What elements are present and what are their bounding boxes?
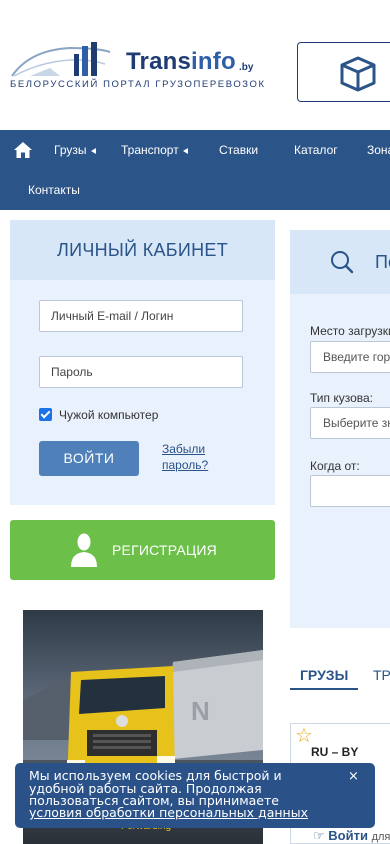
page: Transinfo .by БЕЛОРУССКИЙ ПОРТАЛ ГРУЗОПЕ…: [0, 0, 390, 844]
date-from-input[interactable]: [310, 475, 390, 507]
tab-transport[interactable]: ТРАНСПОРТ: [373, 667, 390, 683]
load-place-label: Место загрузки: [310, 324, 390, 338]
search-title: По: [375, 252, 390, 272]
card-login-label: Войти: [328, 828, 368, 843]
cargo-box-button[interactable]: [297, 42, 390, 102]
body-type-label: Тип кузова:: [310, 391, 374, 405]
nav-item-transport[interactable]: Транспорт: [121, 143, 188, 157]
cookie-banner: Мы используем cookies для быстрой и удоб…: [15, 763, 375, 828]
card-login-link[interactable]: ☞ Войти для: [313, 828, 390, 844]
login-panel: ЛИЧНЫЙ КАБИНЕТ Личный E-mail / Логин Пар…: [10, 220, 275, 505]
site-logo[interactable]: Transinfo .by БЕЛОРУССКИЙ ПОРТАЛ ГРУЗОПЕ…: [10, 40, 272, 92]
search-icon: [331, 251, 354, 274]
cookie-text: Мы используем cookies для быстрой и удоб…: [29, 768, 282, 809]
load-place-input[interactable]: Введите город: [310, 341, 390, 373]
user-icon: [71, 533, 97, 567]
main-nav: Грузы Транспорт Ставки Каталог Зона Конт…: [0, 130, 390, 210]
active-tab-indicator: [290, 688, 358, 690]
nav-item-transport-label: Транспорт: [121, 143, 179, 157]
hand-pointer-icon: ☞: [313, 828, 325, 843]
login-header: ЛИЧНЫЙ КАБИНЕТ: [10, 220, 275, 280]
caret-left-icon: [182, 147, 188, 154]
star-icon[interactable]: ☆: [295, 726, 313, 746]
search-header: По: [290, 230, 390, 294]
remember-checkbox[interactable]: [39, 408, 52, 421]
forgot-password-link[interactable]: Забыли пароль?: [162, 441, 232, 473]
search-panel: По Место загрузки Введите город Тип кузо…: [290, 230, 390, 628]
home-icon[interactable]: [13, 141, 33, 159]
card-route: RU – BY: [311, 745, 359, 759]
logo-graphic: [11, 42, 111, 77]
register-button[interactable]: РЕГИСТРАЦИЯ: [10, 520, 275, 580]
close-icon[interactable]: ×: [348, 770, 359, 784]
logo-wordmark: Transinfo: [126, 48, 236, 75]
nav-item-zone[interactable]: Зона: [367, 143, 390, 157]
nav-item-cargo-label: Грузы: [54, 143, 87, 157]
nav-item-rates[interactable]: Ставки: [219, 143, 258, 157]
cube-icon: [340, 56, 376, 92]
nav-item-contacts[interactable]: Контакты: [28, 183, 80, 197]
login-title: ЛИЧНЫЙ КАБИНЕТ: [56, 240, 229, 260]
body-type-select[interactable]: Выберите значение: [310, 407, 390, 439]
listing-tabs: ГРУЗЫ ТРАНСПОРТ: [290, 663, 390, 690]
login-email-field[interactable]: Личный E-mail / Логин: [39, 300, 243, 332]
register-label: РЕГИСТРАЦИЯ: [112, 542, 217, 558]
nav-item-catalog[interactable]: Каталог: [294, 143, 338, 157]
remember-label: Чужой компьютер: [59, 408, 159, 422]
caret-left-icon: [90, 147, 96, 154]
cookie-policy-link[interactable]: условия обработки персональных данных: [29, 806, 308, 820]
nav-item-cargo[interactable]: Грузы: [54, 143, 96, 157]
card-login-suffix: для: [371, 831, 390, 843]
svg-text:N: N: [191, 696, 210, 726]
logo-tagline: БЕЛОРУССКИЙ ПОРТАЛ ГРУЗОПЕРЕВОЗОК: [10, 79, 266, 90]
login-button[interactable]: ВОЙТИ: [39, 441, 139, 476]
password-field[interactable]: Пароль: [39, 356, 243, 388]
tab-cargo[interactable]: ГРУЗЫ: [300, 667, 348, 683]
site-header: Transinfo .by БЕЛОРУССКИЙ ПОРТАЛ ГРУЗОПЕ…: [0, 0, 390, 130]
logo-domain: .by: [239, 62, 254, 73]
date-from-label: Когда от:: [310, 459, 360, 473]
